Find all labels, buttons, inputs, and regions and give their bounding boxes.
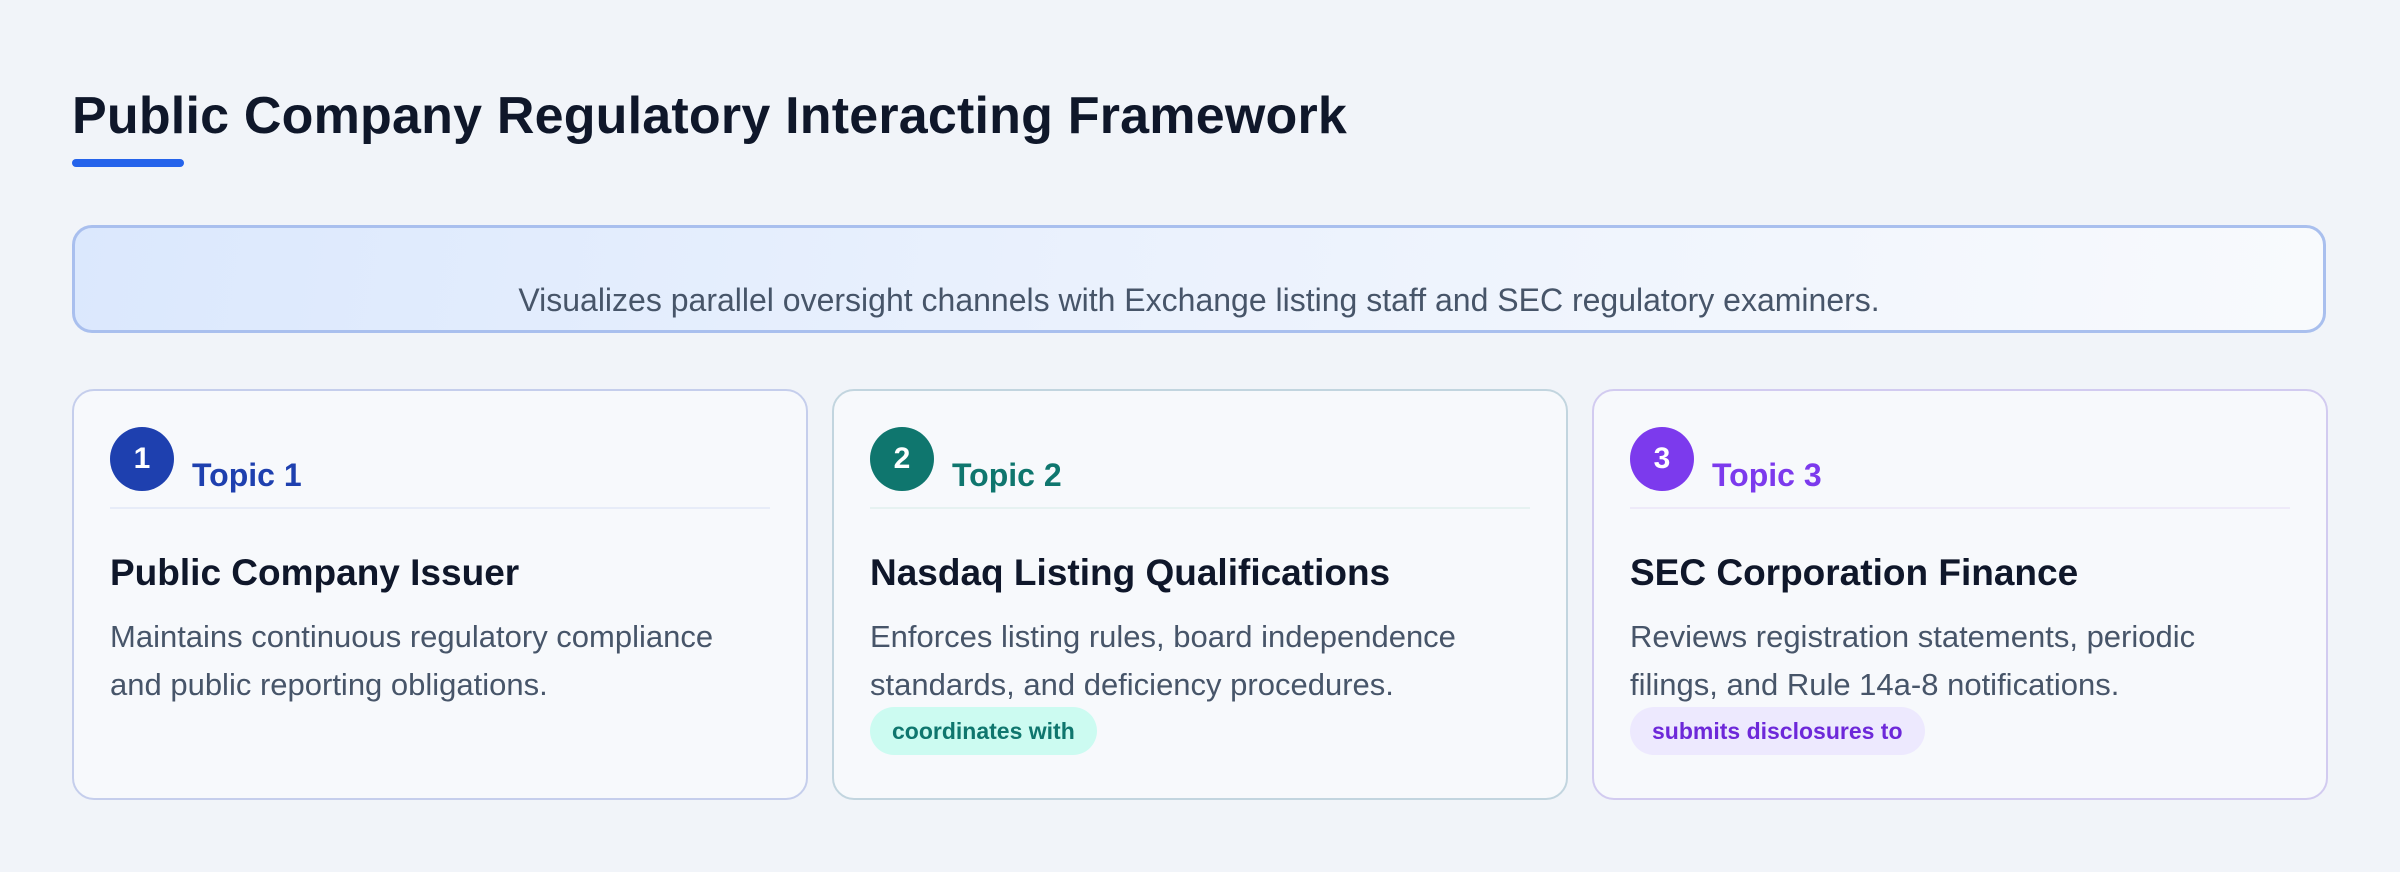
topic-number-badge: 1 bbox=[110, 427, 174, 491]
card-description: Reviews registration statements, periodi… bbox=[1630, 619, 2196, 702]
card-description: Enforces listing rules, board independen… bbox=[870, 619, 1456, 702]
card-divider bbox=[1630, 507, 2290, 509]
card-description: Maintains continuous regulatory complian… bbox=[110, 619, 714, 702]
card-nasdaq-listing-qualifications: 2 Topic 2 Nasdaq Listing Qualifications … bbox=[832, 389, 1568, 800]
summary-text: Visualizes parallel oversight channels w… bbox=[518, 282, 1880, 318]
card-title: Nasdaq Listing Qualifications bbox=[870, 552, 1391, 593]
title-underline bbox=[72, 159, 184, 167]
card-divider bbox=[870, 507, 1530, 509]
relation-badge: submits disclosures to bbox=[1630, 707, 1925, 755]
topic-label: Topic 1 bbox=[192, 457, 302, 493]
card-sec-corporation-finance: 3 Topic 3 SEC Corporation Finance Review… bbox=[1592, 389, 2328, 800]
relation-badge: coordinates with bbox=[870, 707, 1097, 755]
page-title: Public Company Regulatory Interacting Fr… bbox=[72, 87, 1347, 145]
topic-label: Topic 3 bbox=[1712, 457, 1822, 493]
topic-number-badge: 3 bbox=[1630, 427, 1694, 491]
topic-label: Topic 2 bbox=[952, 457, 1062, 493]
topic-number-badge: 2 bbox=[870, 427, 934, 491]
card-divider bbox=[110, 507, 770, 509]
card-title: Public Company Issuer bbox=[110, 552, 520, 593]
card-public-company-issuer: 1 Topic 1 Public Company Issuer Maintain… bbox=[72, 389, 808, 800]
summary-box: Visualizes parallel oversight channels w… bbox=[72, 225, 2326, 333]
card-title: SEC Corporation Finance bbox=[1630, 552, 2079, 593]
